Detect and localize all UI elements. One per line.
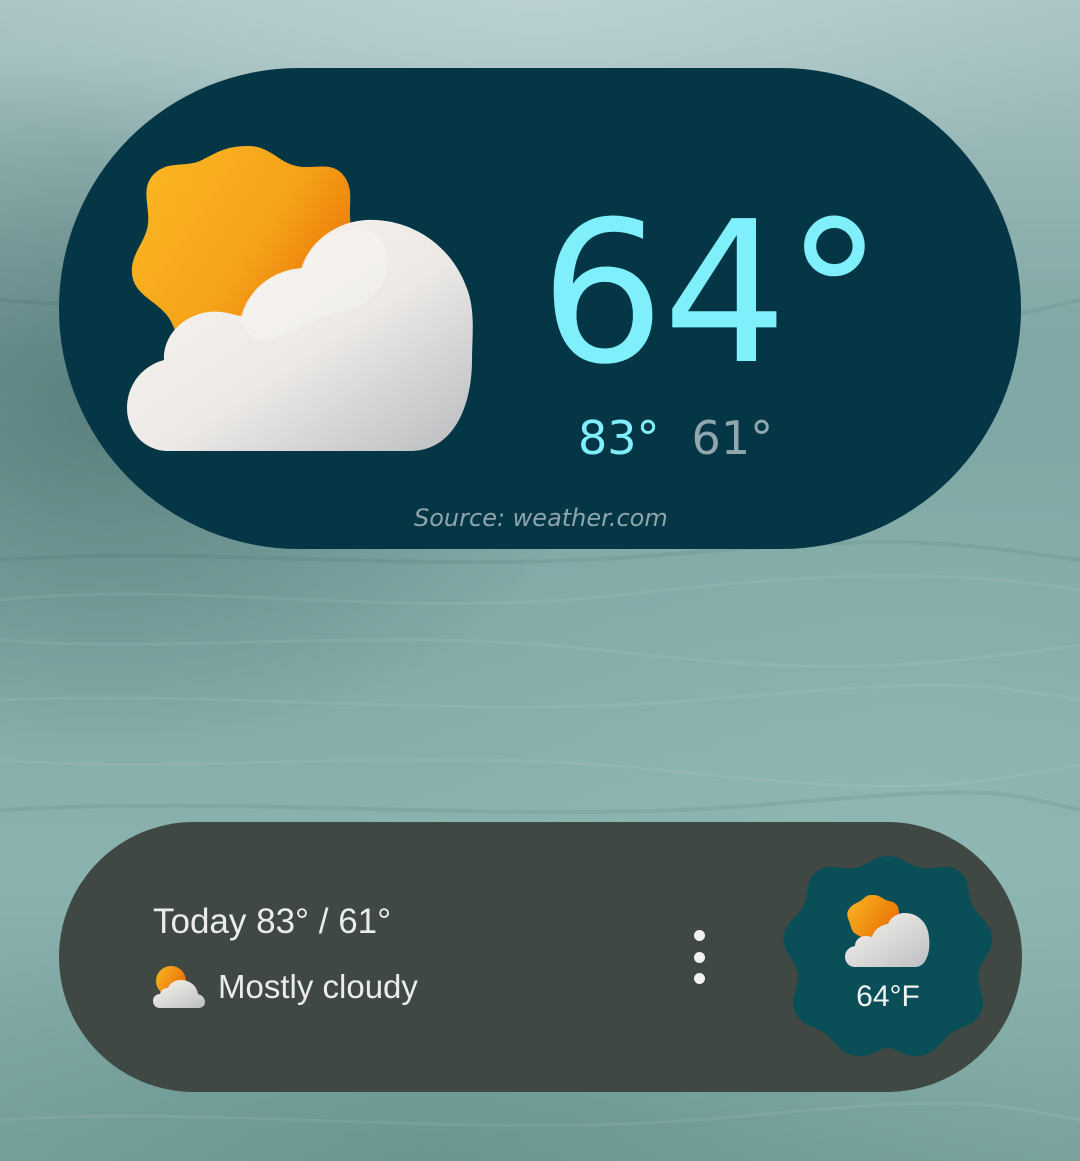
partly-cloudy-icon xyxy=(127,146,473,451)
partly-cloudy-icon xyxy=(153,966,205,1008)
high-temperature: 83° xyxy=(578,411,660,465)
more-vert-icon-dot xyxy=(693,951,705,963)
low-temperature: 61° xyxy=(691,411,774,465)
condition-label: Mostly cloudy xyxy=(218,968,418,1005)
more-vert-icon xyxy=(693,930,705,941)
partly-cloudy-icon xyxy=(845,895,930,967)
badge-temperature: 64°F xyxy=(856,980,920,1013)
current-temperature: 64° xyxy=(540,180,883,408)
today-summary[interactable]: Today 83° / 61° xyxy=(153,902,391,942)
more-vert-icon-dot xyxy=(693,973,705,984)
high-low-temperatures: 83° 61° xyxy=(578,408,773,468)
source-label: Source: weather.com xyxy=(414,504,668,532)
more-options-button[interactable] xyxy=(682,930,716,984)
condition-row[interactable]: Mostly cloudy xyxy=(152,962,418,1012)
